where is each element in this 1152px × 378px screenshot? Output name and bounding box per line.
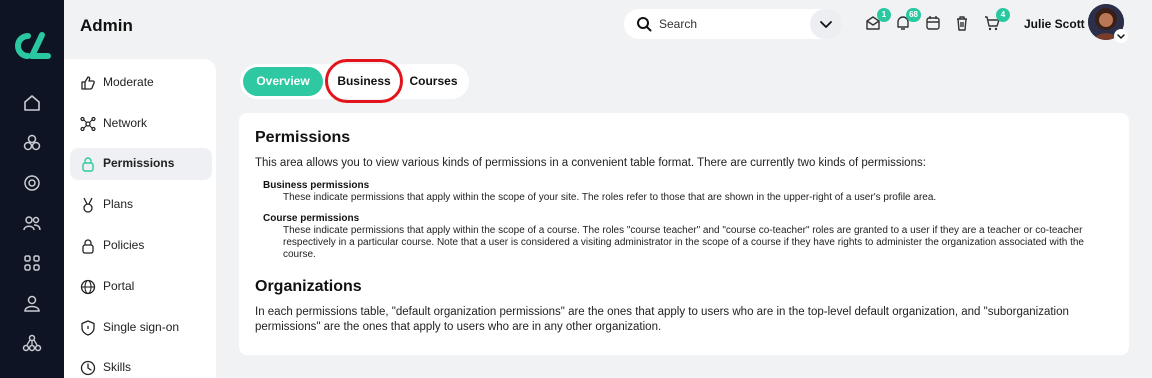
sidebar-item-label: Plans: [103, 197, 134, 211]
shield-icon: [80, 320, 96, 336]
organizations-text: In each permissions table, "default orga…: [255, 306, 1069, 333]
sidebar-item-policies[interactable]: Policies: [70, 230, 212, 262]
cubes-icon[interactable]: [22, 133, 42, 153]
app-logo[interactable]: [12, 30, 52, 62]
grid-icon[interactable]: [22, 253, 42, 273]
page-title: Admin: [80, 16, 133, 35]
bell-icon[interactable]: 68: [894, 8, 921, 32]
highlight-annotation: [325, 59, 403, 103]
target-icon[interactable]: [22, 173, 42, 193]
sidebar-item-permissions[interactable]: Permissions: [70, 148, 212, 180]
search-icon: [636, 16, 652, 32]
calendar-icon[interactable]: [924, 14, 942, 32]
sidebar-item-label: Moderate: [103, 75, 154, 89]
business-permissions-desc: These indicate permissions that apply wi…: [283, 192, 937, 203]
network-icon[interactable]: [22, 333, 42, 353]
inbox-icon[interactable]: 1: [864, 8, 891, 32]
sidebar-item-label: Skills: [103, 360, 132, 374]
sidebar-item-portal[interactable]: Portal: [70, 271, 212, 303]
search-dropdown-button[interactable]: [810, 9, 842, 39]
medal-icon: [80, 197, 96, 213]
sidebar-item-label: Single sign-on: [103, 320, 180, 334]
settings-sidebar: Moderate Network Permissions Plans Polic…: [64, 59, 216, 378]
permissions-intro: This area allows you to view various kin…: [255, 157, 926, 169]
tab-overview[interactable]: Overview: [243, 67, 323, 96]
app-rail: [0, 0, 64, 378]
business-permissions-term: Business permissions: [263, 180, 370, 191]
globe-icon: [80, 279, 96, 295]
course-permissions-term: Course permissions: [263, 213, 360, 224]
course-permissions-desc: These indicate permissions that apply wi…: [283, 225, 1084, 260]
user-name[interactable]: Julie Scott: [1024, 17, 1085, 31]
sidebar-item-label: Policies: [103, 238, 145, 252]
search-bar[interactable]: Search: [624, 9, 842, 39]
sidebar-item-label: Permissions: [103, 156, 175, 170]
network-icon: [80, 116, 96, 132]
chevron-down-icon: [820, 21, 832, 28]
sidebar-item-label: Network: [103, 116, 148, 130]
sidebar-item-moderate[interactable]: Moderate: [70, 67, 212, 99]
permissions-card: Permissions This area allows you to view…: [239, 113, 1129, 355]
tab-courses[interactable]: Courses: [402, 67, 465, 96]
users-icon[interactable]: [22, 213, 42, 233]
search-input[interactable]: Search: [659, 17, 697, 31]
clock-icon: [80, 360, 96, 376]
organizations-heading: Organizations: [255, 278, 362, 295]
sidebar-item-single-sign-on[interactable]: Single sign-on: [70, 312, 212, 344]
chevron-down-icon[interactable]: [1114, 29, 1128, 43]
permissions-heading: Permissions: [255, 129, 351, 146]
cart-icon[interactable]: 4: [983, 8, 1010, 32]
bell-badge: 68: [906, 8, 921, 22]
trash-icon[interactable]: [953, 14, 971, 32]
sidebar-item-network[interactable]: Network: [70, 108, 212, 140]
user-icon[interactable]: [22, 293, 42, 313]
sidebar-item-plans[interactable]: Plans: [70, 189, 212, 221]
home-icon[interactable]: [22, 93, 42, 113]
sidebar-item-skills[interactable]: Skills: [70, 352, 212, 378]
lock-icon: [80, 156, 96, 172]
padlock-icon: [80, 238, 96, 254]
cart-badge: 4: [996, 8, 1010, 22]
inbox-badge: 1: [877, 8, 891, 22]
sidebar-item-label: Portal: [103, 279, 135, 293]
thumbs-icon: [80, 75, 96, 91]
